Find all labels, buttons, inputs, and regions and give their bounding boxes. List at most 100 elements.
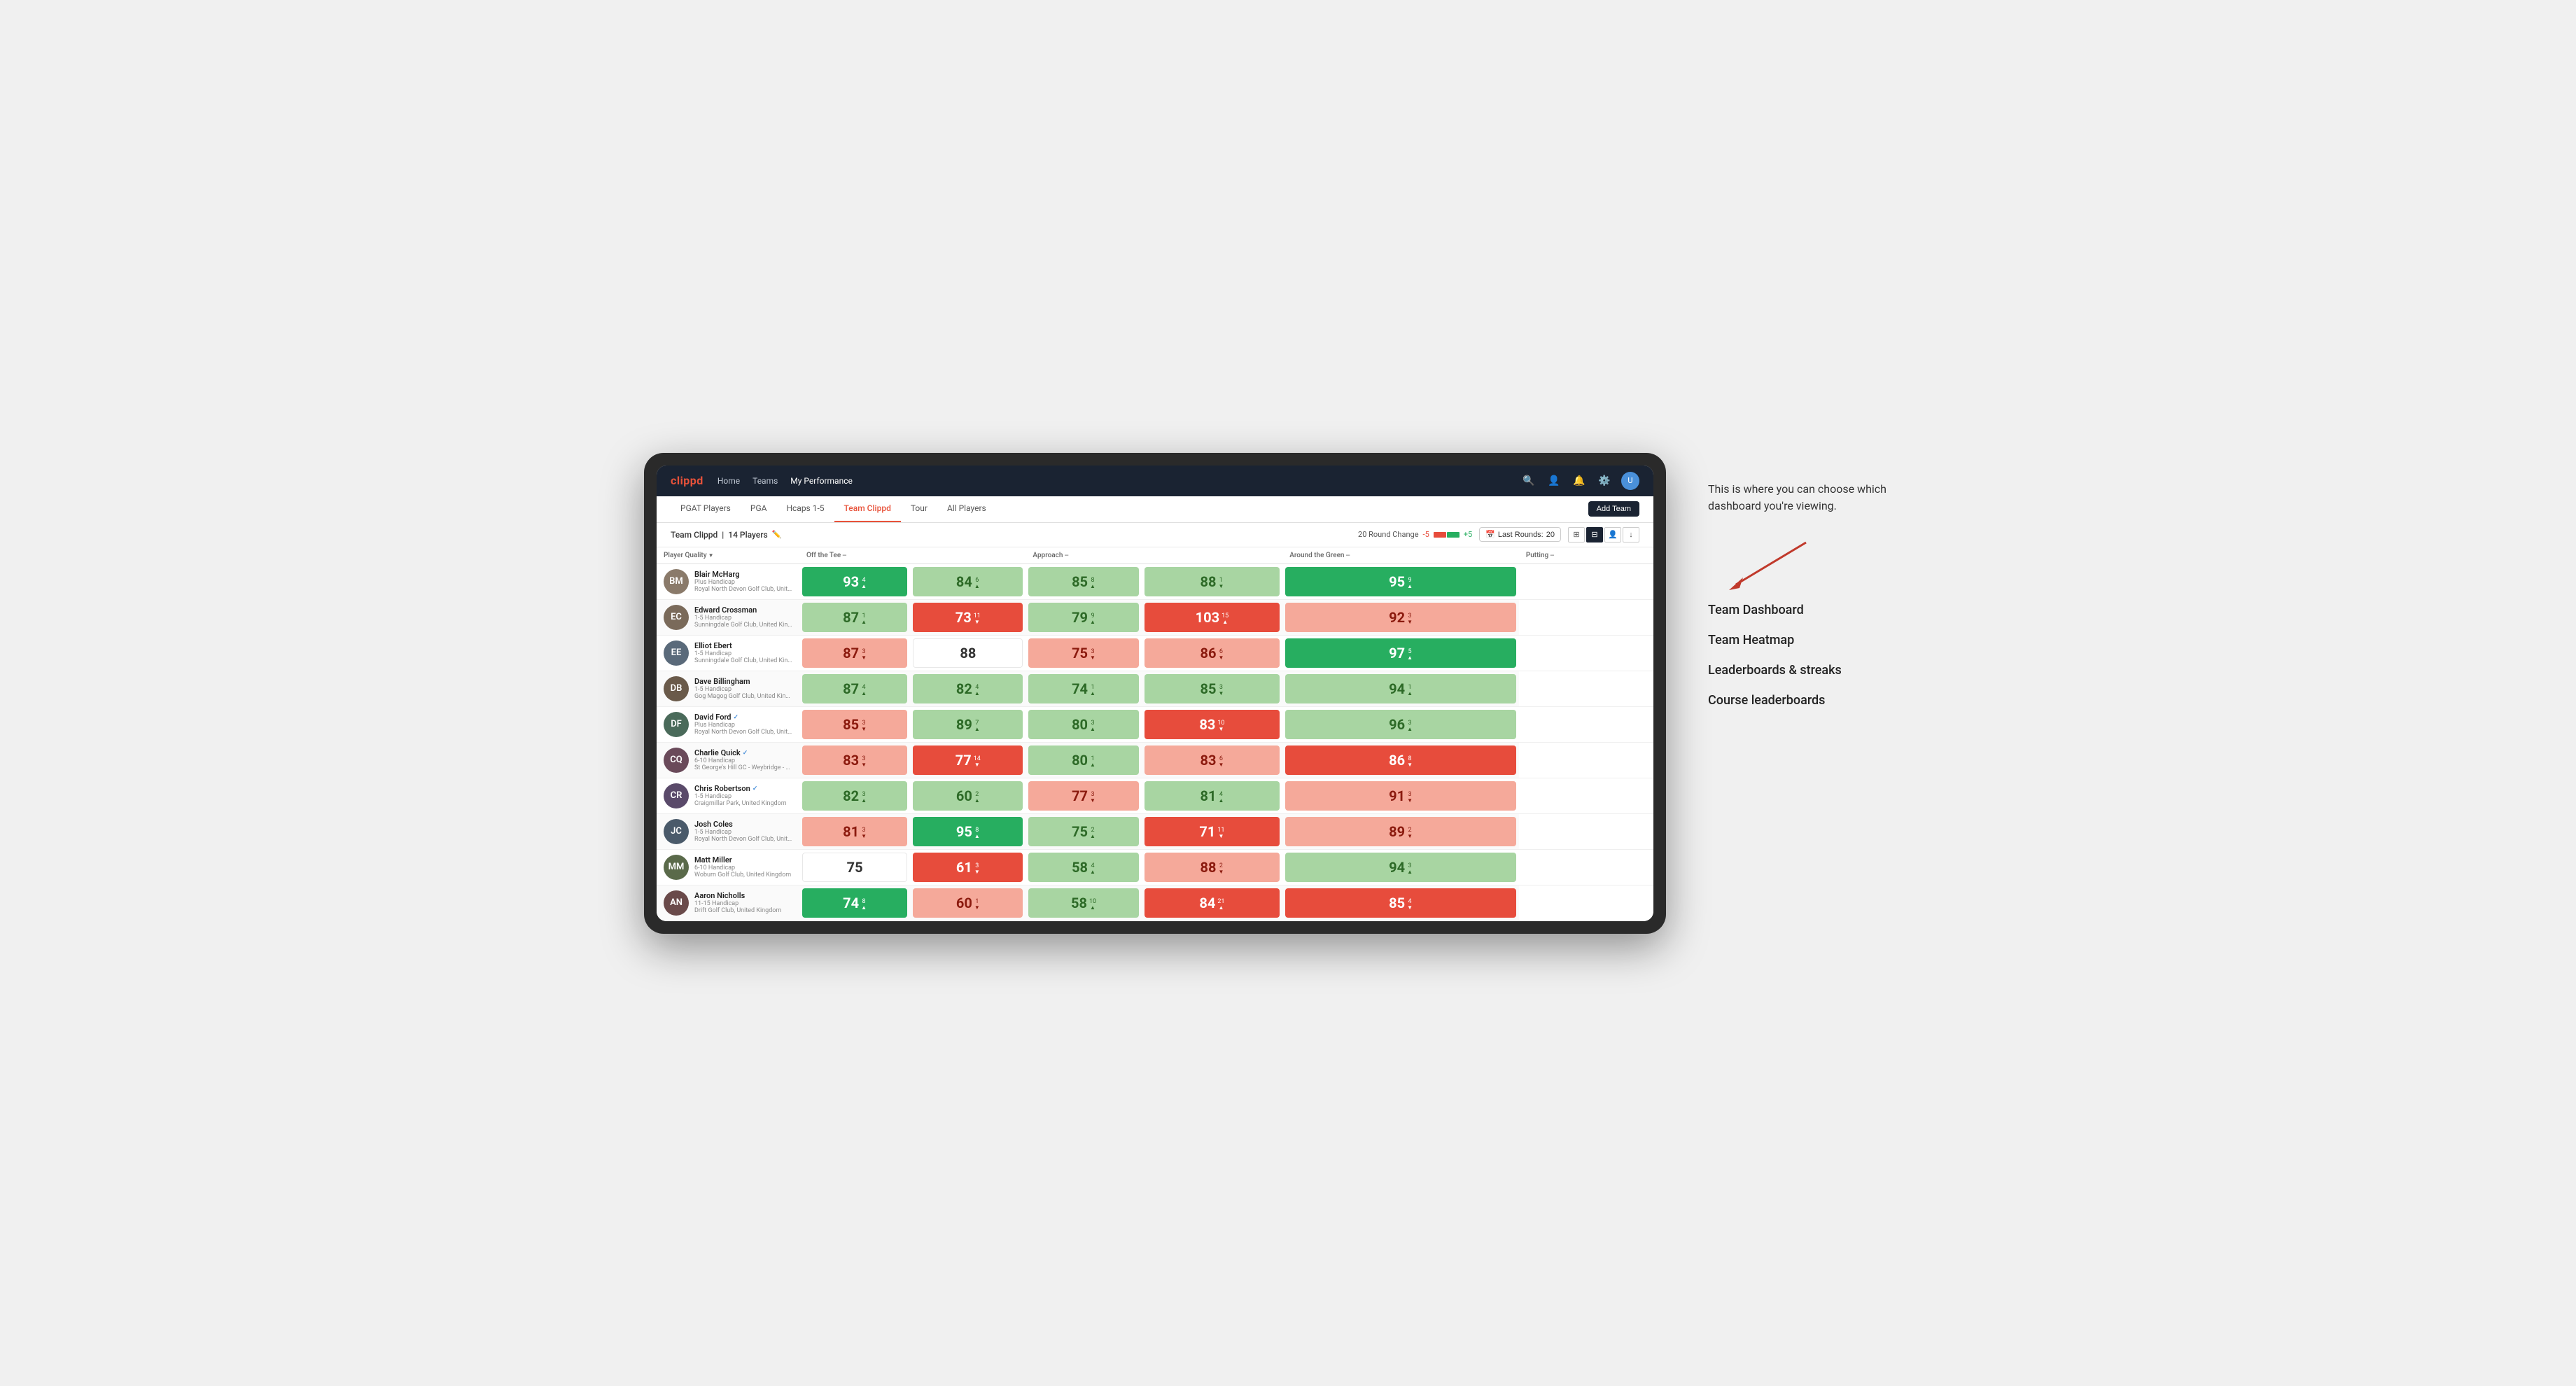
player-detail: Plus Handicap bbox=[694, 579, 792, 586]
score-cell-putting: 959▲ bbox=[1282, 564, 1519, 599]
player-cell[interactable]: BMBlair McHargPlus HandicapRoyal North D… bbox=[657, 564, 799, 599]
score-cell-approach: 803▲ bbox=[1026, 706, 1141, 742]
score-cell-off-tee: 613▼ bbox=[910, 849, 1026, 885]
score-cell-player-quality: 874▲ bbox=[799, 671, 910, 706]
round-change: 20 Round Change -5 +5 bbox=[1358, 530, 1472, 539]
player-cell[interactable]: DFDavid Ford✓Plus HandicapRoyal North De… bbox=[657, 706, 799, 742]
last-rounds-button[interactable]: 📅 Last Rounds: 20 bbox=[1479, 527, 1561, 542]
nav-bar: clippd Home Teams My Performance 🔍 👤 🔔 ⚙… bbox=[657, 465, 1653, 496]
table-row: MMMatt Miller6-10 HandicapWoburn Golf Cl… bbox=[657, 849, 1653, 885]
score-change: 1▲ bbox=[1407, 680, 1413, 696]
edit-icon[interactable]: ✏️ bbox=[772, 530, 782, 539]
header-putting[interactable]: Putting — bbox=[1519, 547, 1653, 564]
score-value: 75 bbox=[847, 859, 863, 876]
score-change: 3▼ bbox=[861, 752, 867, 768]
add-team-button[interactable]: Add Team bbox=[1588, 501, 1639, 517]
score-change: 8▲ bbox=[1090, 573, 1096, 589]
person-icon[interactable]: 👤 bbox=[1546, 472, 1562, 489]
tab-team-clippd[interactable]: Team Clippd bbox=[834, 496, 901, 522]
annotation-leaderboards: Leaderboards & streaks bbox=[1708, 663, 1932, 678]
player-cell[interactable]: ANAaron Nicholls11-15 HandicapDrift Golf… bbox=[657, 885, 799, 920]
list-view-button[interactable]: ⊞ bbox=[1568, 527, 1585, 542]
score-value: 75 bbox=[1072, 645, 1088, 662]
score-change: 11▼ bbox=[974, 609, 981, 625]
score-cell-around-green: 7111▼ bbox=[1142, 813, 1283, 849]
score-cell-player-quality: 853▼ bbox=[799, 706, 910, 742]
nav-link-home[interactable]: Home bbox=[718, 473, 740, 489]
score-cell-around-green: 8421▲ bbox=[1142, 885, 1283, 920]
nav-link-myperformance[interactable]: My Performance bbox=[790, 473, 853, 489]
tab-pga[interactable]: PGA bbox=[741, 496, 777, 522]
score-change: 3▼ bbox=[1090, 645, 1096, 661]
header-player-quality[interactable]: Player Quality ▼ bbox=[657, 547, 799, 564]
player-cell[interactable]: EEElliot Ebert1-5 HandicapSunningdale Go… bbox=[657, 635, 799, 671]
score-change: 4▲ bbox=[1090, 859, 1096, 875]
player-detail: 1-5 Handicap bbox=[694, 686, 792, 693]
score-change: 6▲ bbox=[974, 573, 980, 589]
bell-icon[interactable]: 🔔 bbox=[1571, 472, 1588, 489]
score-value: 58 bbox=[1072, 859, 1088, 876]
player-cell[interactable]: CRChris Robertson✓1-5 HandicapCraigmilla… bbox=[657, 778, 799, 813]
score-value: 88 bbox=[960, 645, 976, 662]
score-cell-player-quality: 934▲ bbox=[799, 564, 910, 599]
header-around-green[interactable]: Around the Green — bbox=[1282, 547, 1519, 564]
score-value: 80 bbox=[1072, 716, 1088, 733]
player-detail: 1-5 Handicap bbox=[694, 829, 792, 836]
page-wrapper: clippd Home Teams My Performance 🔍 👤 🔔 ⚙… bbox=[644, 453, 1932, 934]
score-cell-off-tee: 846▲ bbox=[910, 564, 1026, 599]
score-value: 87 bbox=[843, 680, 859, 697]
score-value: 85 bbox=[1072, 573, 1088, 590]
score-cell-off-tee: 7714▼ bbox=[910, 742, 1026, 778]
player-cell[interactable]: ECEdward Crossman1-5 HandicapSunningdale… bbox=[657, 599, 799, 635]
score-change: 21▲ bbox=[1217, 895, 1224, 911]
score-cell-around-green: 853▼ bbox=[1142, 671, 1283, 706]
player-club: St George's Hill GC - Weybridge - Surrey… bbox=[694, 764, 792, 771]
tab-pgat-players[interactable]: PGAT Players bbox=[671, 496, 741, 522]
settings-icon[interactable]: ⚙️ bbox=[1596, 472, 1613, 489]
player-cell[interactable]: JCJosh Coles1-5 HandicapRoyal North Devo… bbox=[657, 813, 799, 849]
tab-tour[interactable]: Tour bbox=[901, 496, 937, 522]
score-value: 89 bbox=[956, 716, 972, 733]
score-value: 92 bbox=[1389, 609, 1405, 626]
header-approach[interactable]: Approach — bbox=[1026, 547, 1282, 564]
user-avatar[interactable]: U bbox=[1621, 472, 1639, 490]
score-change: 14▼ bbox=[974, 752, 981, 768]
score-cell-player-quality: 813▼ bbox=[799, 813, 910, 849]
sidebar-annotation: This is where you can choose which dashb… bbox=[1708, 453, 1932, 708]
score-change: 1▲ bbox=[1090, 752, 1096, 768]
tab-bar: PGAT Players PGA Hcaps 1-5 Team Clippd T… bbox=[657, 496, 1653, 523]
score-cell-around-green: 10315▲ bbox=[1142, 599, 1283, 635]
score-cell-off-tee: 602▲ bbox=[910, 778, 1026, 813]
view-icons: ⊞ ⊟ 👤 ↓ bbox=[1568, 527, 1639, 542]
calendar-icon: 📅 bbox=[1485, 530, 1495, 539]
score-cell-approach: 753▼ bbox=[1026, 635, 1141, 671]
card-view-button[interactable]: 👤 bbox=[1604, 527, 1621, 542]
player-name: Aaron Nicholls bbox=[694, 891, 792, 900]
annotation-list: Team Dashboard Team Heatmap Leaderboards… bbox=[1708, 603, 1932, 708]
score-cell-around-green: 881▼ bbox=[1142, 564, 1283, 599]
tab-hcaps[interactable]: Hcaps 1-5 bbox=[776, 496, 834, 522]
score-cell-putting: 892▼ bbox=[1282, 813, 1519, 849]
header-off-tee[interactable]: Off the Tee — bbox=[799, 547, 1026, 564]
player-cell[interactable]: DBDave Billingham1-5 HandicapGog Magog G… bbox=[657, 671, 799, 706]
score-change: 2▲ bbox=[974, 788, 980, 804]
table-row: BMBlair McHargPlus HandicapRoyal North D… bbox=[657, 564, 1653, 599]
download-button[interactable]: ↓ bbox=[1623, 527, 1639, 542]
nav-link-teams[interactable]: Teams bbox=[752, 473, 778, 489]
player-cell[interactable]: CQCharlie Quick✓6-10 HandicapSt George's… bbox=[657, 742, 799, 778]
score-cell-around-green: 866▼ bbox=[1142, 635, 1283, 671]
score-cell-player-quality: 871▲ bbox=[799, 599, 910, 635]
player-club: Craigmillar Park, United Kingdom bbox=[694, 800, 792, 807]
score-value: 95 bbox=[1389, 573, 1405, 590]
search-icon[interactable]: 🔍 bbox=[1520, 472, 1537, 489]
tab-all-players[interactable]: All Players bbox=[937, 496, 996, 522]
grid-view-button[interactable]: ⊟ bbox=[1586, 527, 1603, 542]
score-cell-approach: 5810▲ bbox=[1026, 885, 1141, 920]
score-value: 61 bbox=[956, 859, 972, 876]
score-cell-putting: 913▼ bbox=[1282, 778, 1519, 813]
score-change: 3▲ bbox=[1407, 716, 1413, 732]
score-value: 87 bbox=[843, 645, 859, 662]
player-club: Gog Magog Golf Club, United Kingdom bbox=[694, 693, 792, 700]
player-cell[interactable]: MMMatt Miller6-10 HandicapWoburn Golf Cl… bbox=[657, 849, 799, 885]
score-value: 83 bbox=[1199, 716, 1215, 733]
